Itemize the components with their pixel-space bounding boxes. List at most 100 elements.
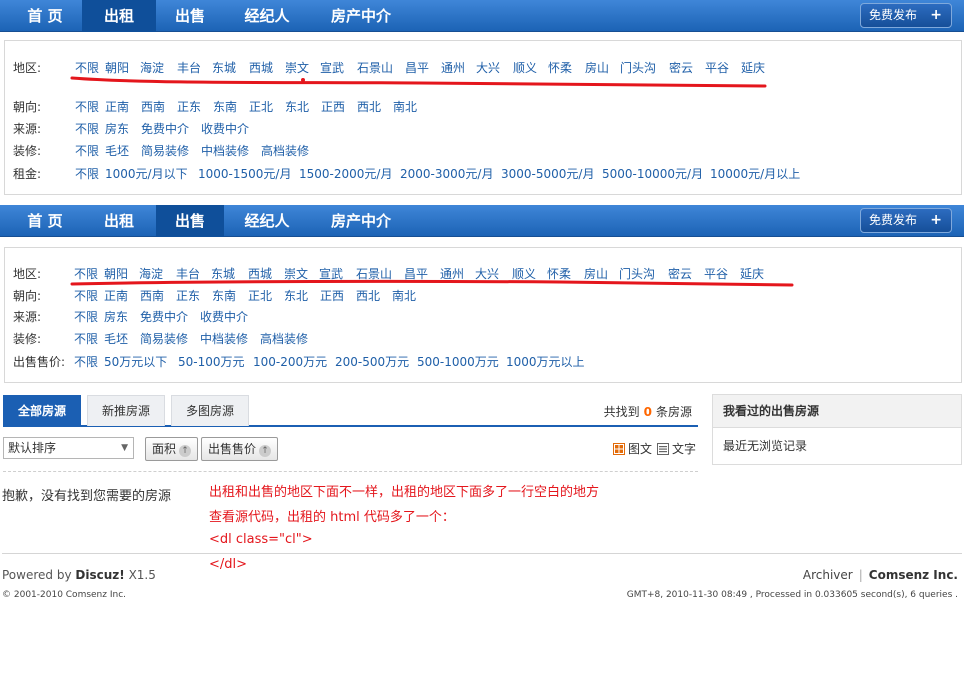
rent-region-opt[interactable]: 海淀 (140, 59, 164, 77)
sale-source-opt[interactable]: 不限 (74, 308, 98, 326)
view-text-button[interactable]: 文字 (657, 441, 696, 457)
sale-orientation-opt[interactable]: 南北 (392, 287, 416, 305)
rent-region-opt[interactable]: 密云 (669, 59, 693, 77)
publish-button[interactable]: 免费发布 + (860, 3, 952, 28)
rent-region-opt[interactable]: 不限 (75, 59, 99, 77)
rent-region-opt[interactable]: 西城 (249, 59, 273, 77)
sale-decoration-opt[interactable]: 简易装修 (140, 330, 188, 348)
company-link[interactable]: Comsenz Inc. (869, 568, 958, 582)
rent-region-opt[interactable]: 崇文 (285, 59, 309, 77)
rent-price-opt[interactable]: 10000元/月以上 (710, 165, 800, 183)
nav-home[interactable]: 首 页 (8, 205, 82, 237)
rent-region-opt[interactable]: 房山 (585, 59, 609, 77)
sale-decoration-opt[interactable]: 高档装修 (260, 330, 308, 348)
rent-region-opt[interactable]: 丰台 (177, 59, 201, 77)
rent-region-opt[interactable]: 东城 (212, 59, 236, 77)
sale-region-opt[interactable]: 怀柔 (547, 265, 571, 283)
sale-source-opt[interactable]: 免费中介 (140, 308, 188, 326)
rent-region-opt[interactable]: 门头沟 (620, 59, 656, 77)
rent-region-opt[interactable]: 昌平 (405, 59, 429, 77)
nav-agency[interactable]: 房产中介 (310, 205, 412, 237)
nav-agent[interactable]: 经纪人 (224, 0, 310, 32)
sale-price-opt[interactable]: 50-100万元 (178, 353, 245, 371)
sale-orientation-opt[interactable]: 东北 (284, 287, 308, 305)
sale-region-opt[interactable]: 不限 (74, 265, 98, 283)
rent-decoration-opt[interactable]: 毛坯 (105, 142, 129, 160)
rent-orientation-opt[interactable]: 东北 (285, 98, 309, 116)
sale-price-opt[interactable]: 不限 (74, 353, 98, 371)
rent-price-opt[interactable]: 1000元/月以下 (105, 165, 188, 183)
sale-orientation-opt[interactable]: 西南 (140, 287, 164, 305)
rent-region-opt[interactable]: 通州 (441, 59, 465, 77)
rent-region-opt[interactable]: 石景山 (357, 59, 393, 77)
archiver-link[interactable]: Archiver (803, 568, 853, 582)
rent-orientation-opt[interactable]: 南北 (393, 98, 417, 116)
sort-select[interactable]: 默认排序 ▼ (3, 437, 134, 459)
rent-region-opt[interactable]: 延庆 (741, 59, 765, 77)
rent-source-opt[interactable]: 不限 (75, 120, 99, 138)
rent-orientation-opt[interactable]: 西北 (357, 98, 381, 116)
rent-price-opt[interactable]: 1500-2000元/月 (299, 165, 392, 183)
sale-region-opt[interactable]: 房山 (584, 265, 608, 283)
sale-region-opt[interactable]: 西城 (248, 265, 272, 283)
rent-region-opt[interactable]: 大兴 (476, 59, 500, 77)
sale-price-opt[interactable]: 500-1000万元 (417, 353, 499, 371)
rent-decoration-opt[interactable]: 简易装修 (141, 142, 189, 160)
rent-region-opt[interactable]: 怀柔 (548, 59, 572, 77)
rent-orientation-opt[interactable]: 正东 (177, 98, 201, 116)
sale-orientation-opt[interactable]: 西北 (356, 287, 380, 305)
sale-source-opt[interactable]: 收费中介 (200, 308, 248, 326)
sale-region-opt[interactable]: 石景山 (356, 265, 392, 283)
nav-agent[interactable]: 经纪人 (224, 205, 310, 237)
sale-orientation-opt[interactable]: 正西 (320, 287, 344, 305)
sale-region-opt[interactable]: 朝阳 (104, 265, 128, 283)
tab-new-listings[interactable]: 新推房源 (87, 395, 165, 426)
nav-rent[interactable]: 出租 (82, 205, 156, 237)
rent-orientation-opt[interactable]: 东南 (213, 98, 237, 116)
rent-orientation-opt[interactable]: 不限 (75, 98, 99, 116)
sale-price-opt[interactable]: 100-200万元 (253, 353, 327, 371)
sort-area-button[interactable]: 面积 ↑ (145, 437, 199, 461)
rent-price-opt[interactable]: 不限 (75, 165, 99, 183)
rent-orientation-opt[interactable]: 西南 (141, 98, 165, 116)
rent-price-opt[interactable]: 5000-10000元/月 (602, 165, 703, 183)
sale-decoration-opt[interactable]: 毛坯 (104, 330, 128, 348)
sale-region-opt[interactable]: 顺义 (512, 265, 536, 283)
rent-source-opt[interactable]: 收费中介 (201, 120, 249, 138)
rent-source-opt[interactable]: 房东 (105, 120, 129, 138)
rent-price-opt[interactable]: 2000-3000元/月 (400, 165, 493, 183)
sale-orientation-opt[interactable]: 不限 (74, 287, 98, 305)
sale-region-opt[interactable]: 大兴 (475, 265, 499, 283)
rent-orientation-opt[interactable]: 正南 (105, 98, 129, 116)
sale-region-opt[interactable]: 门头沟 (619, 265, 655, 283)
rent-price-opt[interactable]: 1000-1500元/月 (198, 165, 291, 183)
sale-price-opt[interactable]: 200-500万元 (335, 353, 409, 371)
nav-rent[interactable]: 出租 (82, 0, 156, 32)
sale-orientation-opt[interactable]: 东南 (212, 287, 236, 305)
rent-price-opt[interactable]: 3000-5000元/月 (501, 165, 594, 183)
rent-source-opt[interactable]: 免费中介 (141, 120, 189, 138)
sale-region-opt[interactable]: 密云 (668, 265, 692, 283)
sale-decoration-opt[interactable]: 不限 (74, 330, 98, 348)
powered-brand[interactable]: Discuz! (75, 568, 124, 582)
rent-region-opt[interactable]: 顺义 (513, 59, 537, 77)
nav-sale[interactable]: 出售 (156, 0, 224, 32)
sale-region-opt[interactable]: 东城 (211, 265, 235, 283)
publish-button[interactable]: 免费发布 + (860, 208, 952, 233)
sale-region-opt[interactable]: 通州 (440, 265, 464, 283)
rent-orientation-opt[interactable]: 正西 (321, 98, 345, 116)
tab-all-listings[interactable]: 全部房源 (3, 395, 81, 426)
rent-orientation-opt[interactable]: 正北 (249, 98, 273, 116)
view-pic-button[interactable]: 图文 (613, 441, 652, 457)
nav-agency[interactable]: 房产中介 (310, 0, 412, 32)
sale-decoration-opt[interactable]: 中档装修 (200, 330, 248, 348)
sale-orientation-opt[interactable]: 正东 (176, 287, 200, 305)
nav-sale[interactable]: 出售 (156, 205, 224, 237)
tab-photo-listings[interactable]: 多图房源 (171, 395, 249, 426)
sale-source-opt[interactable]: 房东 (104, 308, 128, 326)
rent-decoration-opt[interactable]: 中档装修 (201, 142, 249, 160)
sale-price-opt[interactable]: 50万元以下 (104, 353, 167, 371)
sale-region-opt[interactable]: 昌平 (404, 265, 428, 283)
sale-region-opt[interactable]: 延庆 (740, 265, 764, 283)
rent-region-opt[interactable]: 平谷 (705, 59, 729, 77)
